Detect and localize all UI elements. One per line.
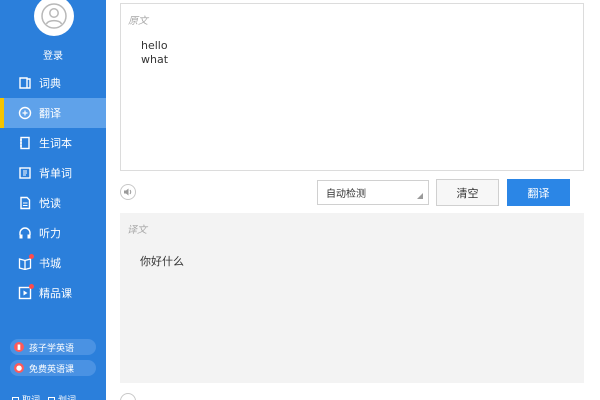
translate-button[interactable]: 翻译 — [507, 179, 570, 206]
sidebar: 登录 词典 翻译 生词本 背单词 悦读 听力 书城 精品课 ▮ 孩子学英语 ● … — [0, 0, 106, 400]
sidebar-nav: 词典 翻译 生词本 背单词 悦读 听力 书城 精品课 — [0, 68, 106, 308]
user-icon — [41, 3, 67, 29]
sidebar-item-label: 精品课 — [39, 287, 72, 300]
sidebar-item-label: 翻译 — [39, 107, 61, 120]
source-label: 原文 — [128, 16, 148, 27]
sidebar-item-label: 听力 — [39, 227, 61, 240]
language-select-value: 自动检测 — [326, 189, 366, 200]
sidebar-item-dictionary[interactable]: 词典 — [0, 68, 106, 98]
sidebar-item-listening[interactable]: 听力 — [0, 218, 106, 248]
avatar[interactable] — [34, 0, 74, 36]
record-icon: ● — [14, 363, 24, 373]
book-icon — [18, 76, 32, 90]
card-icon — [18, 166, 32, 180]
source-line: hello — [141, 39, 168, 52]
result-text: 你好什么 — [140, 255, 184, 268]
login-link[interactable]: 登录 — [0, 47, 106, 62]
document-icon — [18, 196, 32, 210]
notebook-icon — [18, 136, 32, 150]
sidebar-item-label: 悦读 — [39, 197, 61, 210]
speaker-icon — [124, 188, 132, 196]
sidebar-item-label: 书城 — [39, 257, 61, 270]
capture-word-toggle[interactable]: 取词 — [12, 393, 40, 400]
sidebar-item-bookstore[interactable]: 书城 — [0, 248, 106, 278]
notification-dot — [29, 284, 34, 289]
source-text-area[interactable]: 原文 hello what — [120, 3, 584, 171]
translate-icon — [18, 106, 32, 120]
capture-word-label: 取词 — [22, 396, 40, 400]
source-speaker-button[interactable] — [120, 184, 136, 200]
result-label: 译文 — [127, 225, 147, 236]
promo-free-english[interactable]: ● 免费英语课 — [10, 360, 96, 376]
select-word-label: 划词 — [58, 396, 76, 400]
play-icon — [18, 284, 34, 300]
headphones-icon — [18, 226, 32, 240]
sidebar-item-label: 生词本 — [39, 137, 72, 150]
sidebar-item-reading[interactable]: 悦读 — [0, 188, 106, 218]
source-text: hello what — [141, 39, 168, 67]
result-text-area[interactable]: 译文 你好什么 — [120, 213, 584, 383]
language-select[interactable]: 自动检测 — [317, 180, 429, 205]
sidebar-item-label: 背单词 — [39, 167, 72, 180]
select-word-toggle[interactable]: 划词 — [48, 393, 76, 400]
translate-panel: 原文 hello what 自动检测 清空 翻译 译文 你好什么 — [106, 0, 600, 400]
sidebar-item-memorize[interactable]: 背单词 — [0, 158, 106, 188]
promo-label: 免费英语课 — [29, 364, 75, 375]
sidebar-item-label: 词典 — [39, 77, 61, 90]
phone-icon: ▮ — [14, 342, 24, 352]
dropdown-corner-icon — [417, 193, 423, 199]
source-line: what — [141, 53, 169, 66]
sidebar-item-courses[interactable]: 精品课 — [0, 278, 106, 308]
sidebar-item-wordbook[interactable]: 生词本 — [0, 128, 106, 158]
promo-kids-english[interactable]: ▮ 孩子学英语 — [10, 339, 96, 355]
sidebar-item-translate[interactable]: 翻译 — [0, 98, 106, 128]
result-speaker-button[interactable] — [120, 393, 136, 400]
clear-button[interactable]: 清空 — [436, 179, 499, 206]
bookstore-icon — [18, 254, 34, 270]
bottom-links: 取词 划词 — [12, 393, 76, 400]
notification-dot — [29, 254, 34, 259]
promo-label: 孩子学英语 — [29, 343, 75, 354]
translate-toolbar: 自动检测 清空 翻译 — [120, 178, 584, 206]
